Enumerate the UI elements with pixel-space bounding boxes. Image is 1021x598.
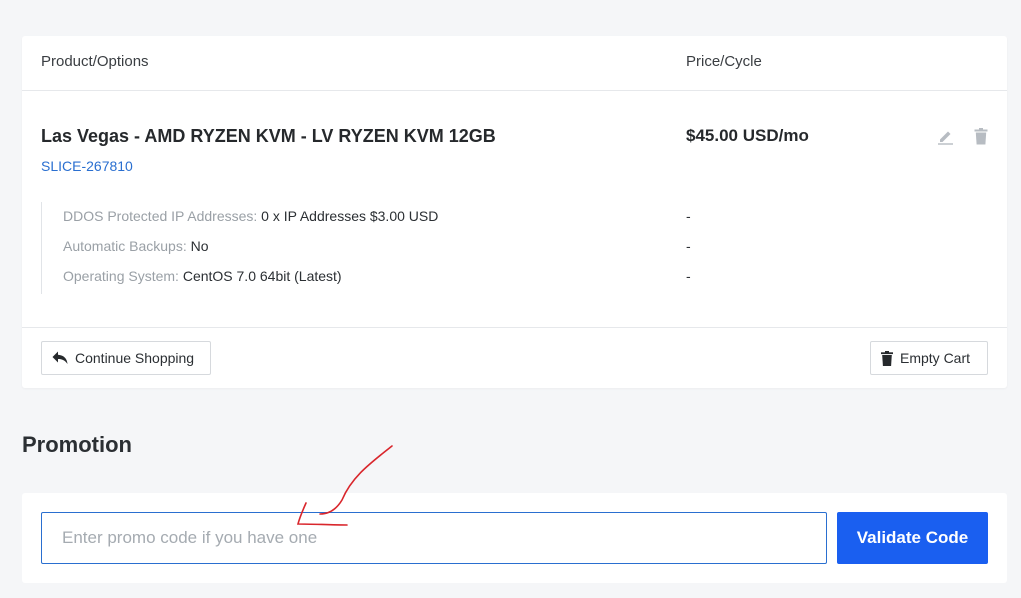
promotion-card: Validate Code	[22, 493, 1007, 583]
cart-footer: Continue Shopping Empty Cart	[22, 327, 1007, 388]
product-title: Las Vegas - AMD RYZEN KVM - LV RYZEN KVM…	[41, 126, 496, 146]
option-price: -	[686, 268, 691, 284]
column-header-price: Price/Cycle	[686, 53, 762, 70]
cart-header: Product/Options Price/Cycle	[22, 36, 1007, 91]
validate-code-button[interactable]: Validate Code	[837, 512, 988, 564]
empty-cart-label: Empty Cart	[900, 350, 971, 366]
trash-icon[interactable]	[971, 126, 991, 146]
option-price: -	[686, 208, 691, 224]
cart-card: Product/Options Price/Cycle Las Vegas - …	[22, 36, 1007, 388]
product-domain-link[interactable]: SLICE-267810	[41, 158, 133, 174]
option-label: Operating System:	[63, 268, 179, 284]
product-options: DDOS Protected IP Addresses: 0 x IP Addr…	[41, 202, 641, 294]
option-row: Automatic Backups: No	[63, 238, 209, 254]
promo-code-input[interactable]	[41, 512, 827, 564]
option-row: Operating System: CentOS 7.0 64bit (Late…	[63, 268, 342, 284]
continue-shopping-button[interactable]: Continue Shopping	[41, 341, 211, 375]
option-value: CentOS 7.0 64bit (Latest)	[182, 268, 342, 284]
trash-icon	[881, 350, 893, 366]
option-label: Automatic Backups:	[63, 238, 187, 254]
promotion-heading: Promotion	[22, 432, 132, 457]
product-price: $45.00 USD/mo	[686, 126, 809, 145]
continue-shopping-label: Continue Shopping	[75, 350, 195, 366]
option-value: No	[190, 238, 209, 254]
option-label: DDOS Protected IP Addresses:	[63, 208, 258, 224]
column-header-product: Product/Options	[41, 53, 149, 70]
page: Product/Options Price/Cycle Las Vegas - …	[0, 0, 1021, 598]
option-price: -	[686, 238, 691, 254]
option-value: 0 x IP Addresses $3.00 USD	[261, 208, 439, 224]
option-row: DDOS Protected IP Addresses: 0 x IP Addr…	[63, 208, 438, 224]
empty-cart-button[interactable]: Empty Cart	[870, 341, 988, 375]
edit-icon[interactable]	[935, 126, 955, 146]
reply-arrow-icon	[52, 351, 68, 365]
